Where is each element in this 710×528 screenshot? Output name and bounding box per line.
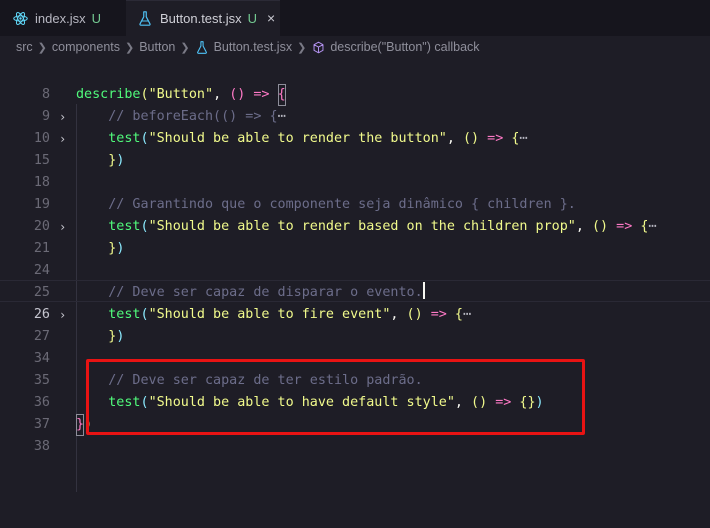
tab-button-test-jsx[interactable]: Button.test.jsx U × — [126, 0, 280, 36]
comment: // beforeEach(() => { — [108, 109, 278, 124]
close-icon[interactable]: × — [267, 10, 275, 26]
function-name: test — [108, 131, 141, 146]
tab-index-jsx[interactable]: index.jsx U — [0, 0, 126, 36]
tab-label: Button.test.jsx — [160, 10, 242, 26]
function-name: test — [108, 307, 141, 322]
code-line[interactable]: 10 › // beforeEach(() => {⋯ — [0, 106, 710, 146]
chevron-right-icon: ❯ — [125, 41, 135, 54]
folded-ellipsis[interactable]: ⋯ — [519, 131, 527, 146]
code-editor[interactable]: 8 9 describe("Button", () => { 10 › // b… — [0, 58, 710, 528]
folded-ellipsis[interactable]: ⋯ — [278, 109, 286, 124]
string-literal: "Should be able to fire event" — [148, 307, 391, 322]
folded-ellipsis[interactable]: ⋯ — [463, 307, 471, 322]
code-line[interactable]: 18 }) — [0, 150, 710, 190]
highlight-annotation-box — [86, 359, 585, 435]
code-line[interactable]: 19 — [0, 172, 710, 212]
breadcrumb-item-file[interactable]: Button.test.jsx — [214, 40, 293, 54]
code-line[interactable]: 34 }) — [0, 326, 710, 366]
code-line-current[interactable]: 26 // Deve ser capaz de disparar o event… — [0, 282, 710, 322]
code-line[interactable]: 24 }) — [0, 238, 710, 278]
fold-chevron-icon[interactable]: › — [59, 106, 66, 128]
arrow-operator: => — [616, 219, 633, 234]
folded-ellipsis[interactable]: ⋯ — [648, 219, 656, 234]
function-name: describe — [76, 87, 141, 102]
symbol-method-icon — [311, 40, 325, 54]
chevron-right-icon: ❯ — [297, 41, 307, 54]
code-line[interactable]: 21 › test("Should be able to render base… — [0, 216, 710, 256]
breadcrumb-item-button[interactable]: Button — [139, 40, 175, 54]
arrow-operator: => — [430, 307, 447, 322]
breadcrumb: src ❯ components ❯ Button ❯ Button.test.… — [0, 36, 710, 58]
untracked-badge: U — [91, 10, 101, 26]
string-literal: "Should be able to render based on the c… — [148, 219, 576, 234]
code-line[interactable]: 8 — [0, 62, 710, 102]
code-line[interactable]: 9 describe("Button", () => { — [0, 84, 710, 124]
comment: // Deve ser capaz de disparar o evento. — [108, 285, 423, 300]
function-name: test — [108, 219, 141, 234]
code-line[interactable]: 15 › test("Should be able to render the … — [0, 128, 710, 168]
code-line[interactable]: 27 › test("Should be able to fire event"… — [0, 304, 710, 344]
line-number: 38 — [33, 439, 50, 454]
string-literal: "Should be able to render the button" — [148, 131, 447, 146]
chevron-right-icon: ❯ — [180, 41, 190, 54]
tab-label: index.jsx — [35, 10, 86, 26]
arrow-operator: => — [487, 131, 504, 146]
fold-chevron-icon[interactable]: › — [59, 304, 66, 326]
arrow-operator: => — [253, 87, 270, 102]
flask-icon — [137, 10, 153, 26]
editor-tab-bar: index.jsx U Button.test.jsx U × — [0, 0, 710, 36]
flask-icon — [195, 40, 209, 54]
breadcrumb-item-components[interactable]: components — [52, 40, 120, 54]
breadcrumb-item-src[interactable]: src — [16, 40, 33, 54]
react-icon — [12, 10, 28, 26]
breadcrumb-item-callback[interactable]: describe("Button") callback — [330, 40, 479, 54]
untracked-badge: U — [247, 10, 258, 26]
code-line[interactable]: 20 // Garantindo que o componente seja d… — [0, 194, 710, 234]
chevron-right-icon: ❯ — [37, 41, 47, 54]
code-line[interactable]: 25 — [0, 260, 710, 300]
fold-chevron-icon[interactable]: › — [59, 128, 66, 150]
fold-chevron-icon[interactable]: › — [59, 216, 66, 238]
text-cursor — [422, 282, 425, 299]
comment: // Garantindo que o componente seja dinâ… — [108, 197, 576, 212]
string-literal: "Button" — [148, 87, 214, 102]
